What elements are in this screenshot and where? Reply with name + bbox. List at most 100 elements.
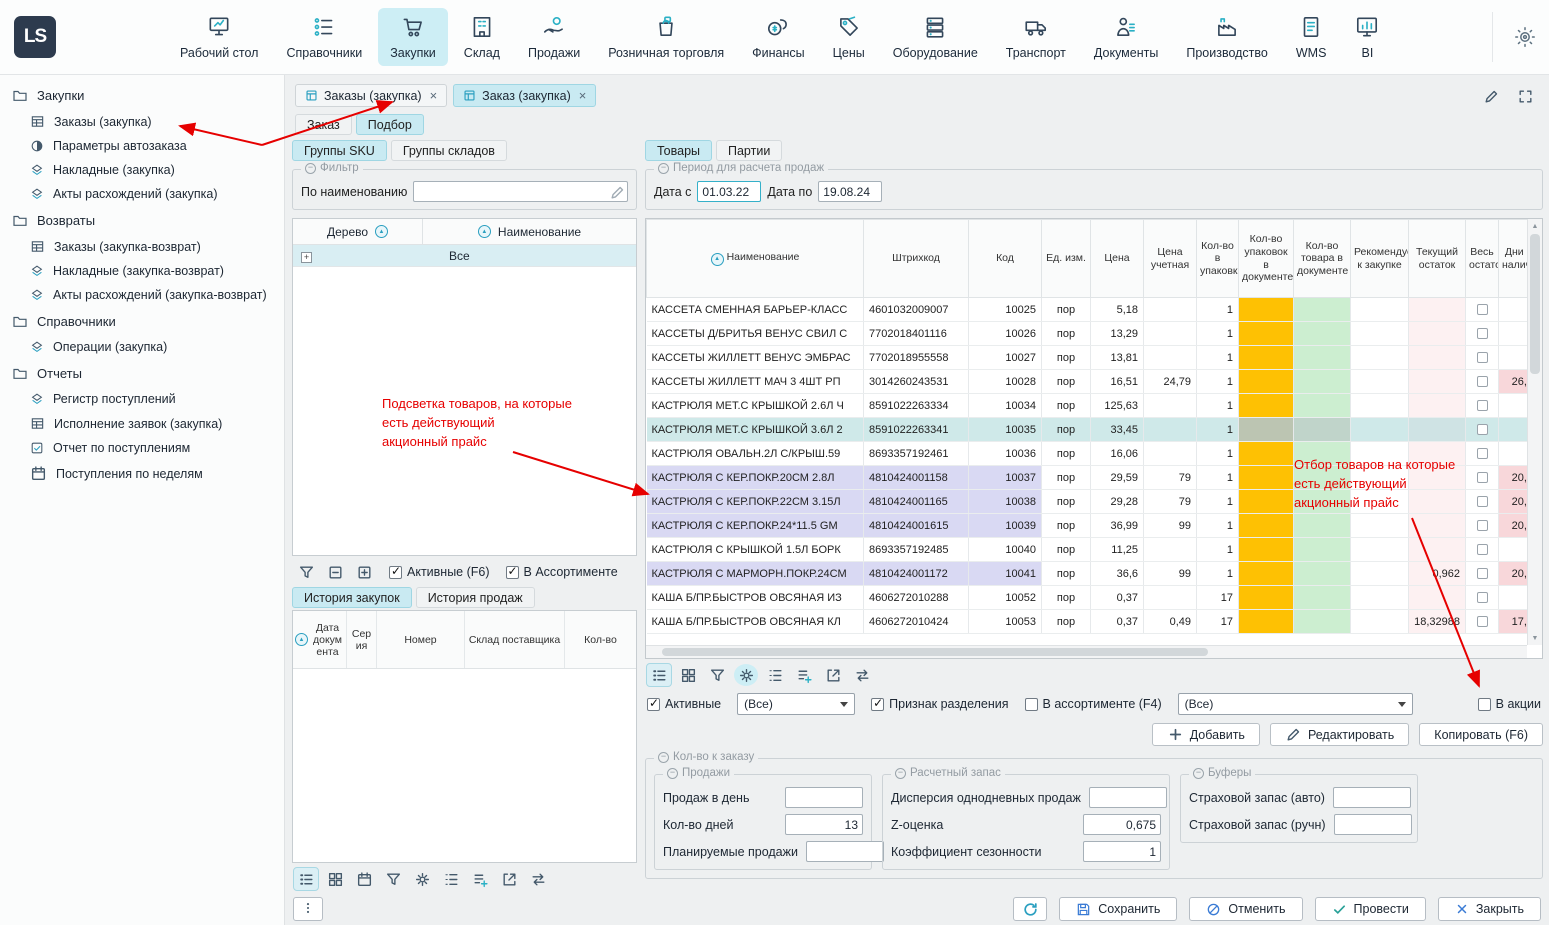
right-tab-0[interactable]: Товары (645, 140, 712, 161)
sales-input-1[interactable] (785, 814, 863, 835)
settings-icon[interactable] (1513, 26, 1537, 48)
module-tab-bi[interactable]: BI (1342, 8, 1392, 66)
sort-asc-icon[interactable]: ▲ (711, 253, 724, 266)
tree-column-header[interactable]: Дерево ▲ (293, 219, 423, 244)
scrollbar-thumb[interactable] (1530, 234, 1540, 374)
sidebar-item[interactable]: Регистр поступлений (0, 387, 284, 411)
doc-tab-1[interactable]: Заказ (закупка)× (453, 84, 596, 107)
module-tab-sales[interactable]: Продажи (516, 8, 592, 66)
fullscreen-icon[interactable] (1513, 85, 1537, 107)
column-header-barcode[interactable]: Штрихкод (864, 220, 969, 298)
history-calendar-button[interactable] (352, 868, 376, 890)
collapse-all-icon[interactable] (323, 561, 347, 583)
tree-row-all[interactable]: + Все (293, 245, 636, 267)
sidebar-item[interactable]: Акты расхождений (закупка-возврат) (0, 283, 284, 307)
stock-checkbox[interactable] (1477, 304, 1488, 315)
table-list-button[interactable] (647, 664, 671, 686)
sidebar-item[interactable]: Накладные (закупка) (0, 158, 284, 182)
module-tab-finance[interactable]: Финансы (740, 8, 816, 66)
right-tab-1[interactable]: Партии (716, 140, 782, 161)
sub-tab-1[interactable]: Подбор (356, 114, 424, 135)
expand-node-icon[interactable]: + (301, 252, 312, 263)
history-grid-button[interactable] (323, 868, 347, 890)
sort-icon[interactable]: ▲ (295, 633, 308, 646)
history-column-header[interactable]: ▲Дата документа (293, 611, 347, 668)
refresh-button[interactable] (1013, 897, 1047, 921)
left-tab-0[interactable]: Группы SKU (292, 140, 387, 161)
promo-checkbox[interactable]: В акции (1478, 697, 1541, 711)
sidebar-group-2[interactable]: Справочники (0, 307, 284, 335)
collapse-icon[interactable] (658, 752, 669, 763)
split-flag-checkbox[interactable]: Признак разделения (871, 697, 1008, 711)
date-to-input[interactable] (818, 181, 882, 202)
sidebar-item[interactable]: Акты расхождений (закупка) (0, 182, 284, 206)
module-tab-warehouse[interactable]: Склад (452, 8, 512, 66)
column-header-name[interactable]: ▲ Наименование (647, 220, 864, 298)
history-column-header[interactable]: Кол-во (565, 611, 636, 668)
history-funnel-button[interactable] (381, 868, 405, 890)
close-tab-icon[interactable]: × (579, 88, 587, 103)
calc-input-0[interactable] (1089, 787, 1167, 808)
module-tab-desktop[interactable]: Рабочий стол (168, 8, 270, 66)
calc-input-2[interactable] (1083, 841, 1161, 862)
history-export-button[interactable] (497, 868, 521, 890)
sidebar-item[interactable]: Поступления по неделям (0, 460, 284, 487)
stock-checkbox[interactable] (1477, 616, 1488, 627)
edit-button[interactable]: Редактировать (1270, 723, 1409, 746)
stock-checkbox[interactable] (1477, 328, 1488, 339)
close-button[interactable]: Закрыть (1438, 897, 1541, 921)
stock-checkbox[interactable] (1477, 352, 1488, 363)
history-addlist-button[interactable] (468, 868, 492, 890)
horizontal-scrollbar[interactable] (646, 645, 1527, 658)
column-header-recommended[interactable]: Рекомендуемое к закупке (1351, 220, 1409, 298)
sort-icon[interactable]: ▲ (478, 225, 491, 238)
module-tab-production[interactable]: Производство (1174, 8, 1280, 66)
collapse-icon[interactable] (658, 163, 669, 174)
product-row[interactable]: КАСТРЮЛЯ С КРЫШКОЙ 1.5Л БОРК869335719248… (647, 538, 1539, 562)
stock-checkbox[interactable] (1477, 592, 1488, 603)
status-select[interactable]: (Все) (737, 693, 855, 715)
table-funnel-button[interactable] (705, 664, 729, 686)
sub-tab-0[interactable]: Заказ (295, 114, 352, 135)
table-addlist-button[interactable] (792, 664, 816, 686)
module-tab-catalogs[interactable]: Справочники (274, 8, 374, 66)
sidebar-item[interactable]: Параметры автозаказа (0, 134, 284, 158)
buffers-input-0[interactable] (1333, 787, 1411, 808)
column-header-price[interactable]: Цена (1091, 220, 1144, 298)
sidebar-item[interactable]: Накладные (закупка-возврат) (0, 259, 284, 283)
cancel-button[interactable]: Отменить (1189, 897, 1302, 921)
module-tab-transport[interactable]: Транспорт (994, 8, 1078, 66)
add-button[interactable]: Добавить (1152, 723, 1260, 746)
stock-checkbox[interactable] (1477, 424, 1488, 435)
history-column-header[interactable]: Серия (347, 611, 377, 668)
save-button[interactable]: Сохранить (1059, 897, 1177, 921)
stock-checkbox[interactable] (1477, 520, 1488, 531)
product-row[interactable]: КАСТРЮЛЯ С КЕР.ПОКР.24*11.5 GM4810424001… (647, 514, 1539, 538)
sidebar-group-3[interactable]: Отчеты (0, 359, 284, 387)
column-header-current_stock[interactable]: Текущий остаток (1409, 220, 1466, 298)
table-numlist-button[interactable] (763, 664, 787, 686)
module-tab-documents[interactable]: Документы (1082, 8, 1170, 66)
history-numlist-button[interactable] (439, 868, 463, 890)
assortment-select[interactable]: (Все) (1178, 693, 1413, 715)
table-export-button[interactable] (821, 664, 845, 686)
product-row[interactable]: КАССЕТЫ Д/БРИТЬЯ ВЕНУС СВИЛ С77020184011… (647, 322, 1539, 346)
post-button[interactable]: Провести (1315, 897, 1426, 921)
stock-checkbox[interactable] (1477, 448, 1488, 459)
module-tab-equipment[interactable]: Оборудование (881, 8, 990, 66)
module-tab-purchases[interactable]: Закупки (378, 8, 448, 66)
table-gear-button[interactable] (734, 664, 758, 686)
expand-all-icon[interactable] (352, 561, 376, 583)
history-list-button[interactable] (294, 868, 318, 890)
product-row[interactable]: КАСТРЮЛЯ МЕТ.С КРЫШКОЙ 2.6Л Ч85910222633… (647, 394, 1539, 418)
stock-checkbox[interactable] (1477, 496, 1488, 507)
table-grid-button[interactable] (676, 664, 700, 686)
left-tab-1[interactable]: Группы складов (391, 140, 507, 161)
collapse-icon[interactable] (667, 768, 678, 779)
sidebar-item[interactable]: Отчет по поступлениям (0, 436, 284, 460)
scroll-up-icon[interactable]: ▲ (1528, 219, 1542, 233)
buffers-input-1[interactable] (1334, 814, 1412, 835)
column-header-price_acc[interactable]: Цена учетная (1144, 220, 1197, 298)
product-row[interactable]: КАССЕТЫ ЖИЛЛЕТТ МАЧ 3 4ШТ РП301426024353… (647, 370, 1539, 394)
product-row[interactable]: КАССЕТА СМЕННАЯ БАРЬЕР-КЛАСС460103200900… (647, 298, 1539, 322)
